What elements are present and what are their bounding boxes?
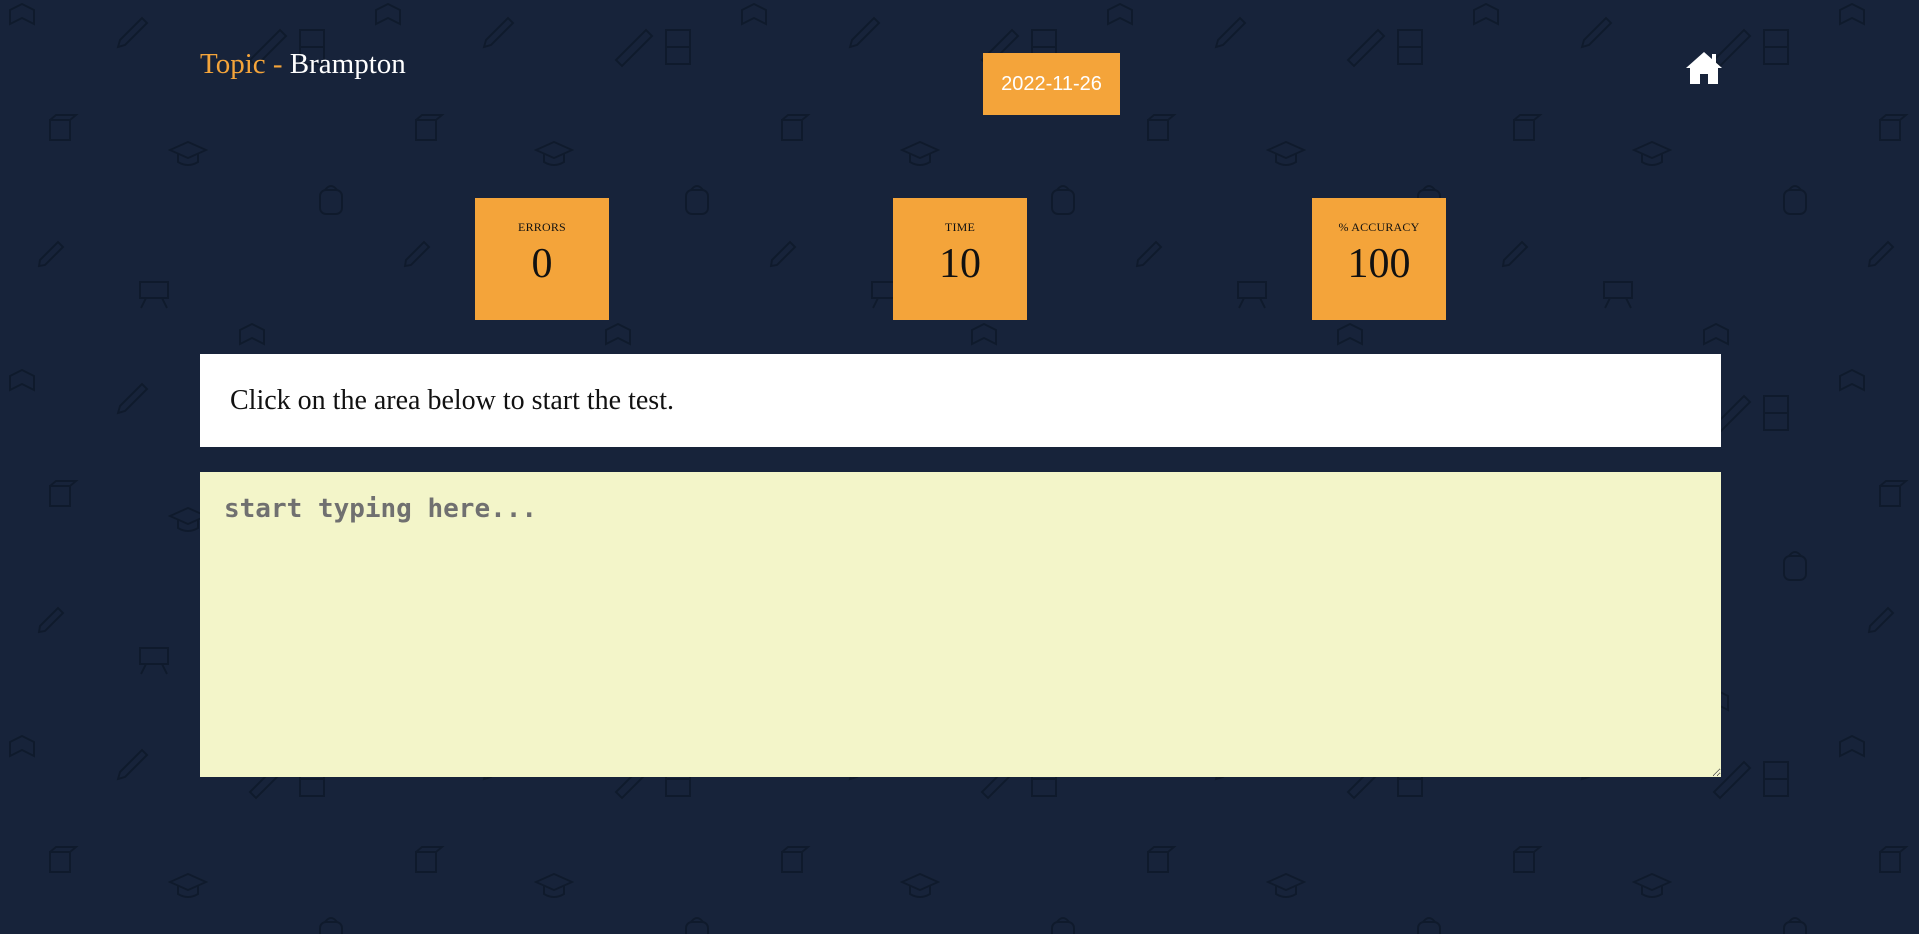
topic-separator: - [265,48,290,80]
accuracy-label: % ACCURACY [1338,220,1420,234]
topic-heading: Topic - Brampton [200,50,406,79]
accuracy-value: 100 [1347,241,1411,287]
instruction-box: Click on the area below to start the tes… [200,354,1721,447]
background-pattern [0,0,1919,934]
home-icon [1686,52,1722,84]
accuracy-stat: % ACCURACY 100 [1312,198,1446,320]
home-button[interactable] [1684,50,1724,86]
time-value: 10 [939,241,981,287]
date-badge: 2022-11-26 [983,53,1120,115]
typing-input[interactable] [200,472,1721,777]
errors-label: ERRORS [518,220,566,234]
topic-name: Brampton [289,48,406,80]
errors-value: 0 [531,241,553,287]
instruction-text: Click on the area below to start the tes… [230,384,674,416]
time-label: TIME [944,220,976,234]
errors-stat: ERRORS 0 [475,198,609,320]
time-stat: TIME 10 [893,198,1027,320]
topic-label: Topic [200,48,266,80]
